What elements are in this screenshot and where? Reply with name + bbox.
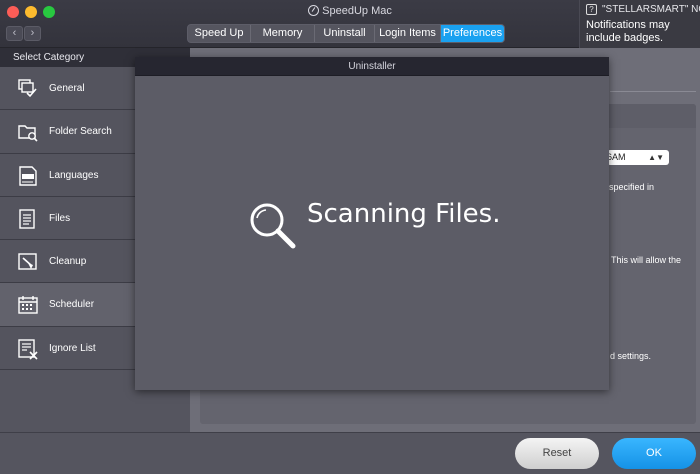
tab-memory[interactable]: Memory <box>251 25 315 42</box>
chevron-left-icon: ‹ <box>12 27 17 39</box>
window-title-text: SpeedUp Mac <box>322 5 392 17</box>
ignore-list-icon <box>18 339 38 360</box>
back-button[interactable]: ‹ <box>6 26 23 41</box>
notification-title: "STELLARSMART" NOTI <box>602 4 700 15</box>
dialog-title: Uninstaller <box>135 57 609 76</box>
tab-preferences[interactable]: Preferences <box>441 25 504 42</box>
uninstaller-dialog: Uninstaller Scanning Files. <box>135 57 609 390</box>
setting-text: This will allow the <box>611 255 682 265</box>
setting-text: d settings. <box>610 351 652 361</box>
files-icon <box>19 209 35 229</box>
cleanup-icon <box>18 253 37 270</box>
scheduler-icon <box>18 296 38 315</box>
stepper-arrows-icon: ▲▼ <box>648 153 664 162</box>
divider <box>610 91 696 92</box>
reset-button[interactable]: Reset <box>515 438 599 469</box>
chevron-right-icon: › <box>30 27 35 39</box>
sidebar-item-label: General <box>49 83 85 94</box>
scan-status-text: Scanning Files. <box>307 199 501 229</box>
schedule-time-value: 6AM <box>607 152 626 162</box>
main-tabs: Speed Up Memory Uninstall Login Items Pr… <box>187 24 505 43</box>
notification-banner[interactable]: ? "STELLARSMART" NOTI Notifications may … <box>579 0 700 48</box>
forward-button[interactable]: › <box>24 26 41 41</box>
sidebar-item-label: Languages <box>49 169 99 181</box>
tab-speed-up[interactable]: Speed Up <box>188 25 251 42</box>
speedometer-icon <box>308 5 320 16</box>
general-icon <box>18 79 37 98</box>
ok-button[interactable]: OK <box>612 438 696 469</box>
notification-app-icon: ? <box>586 4 597 15</box>
sidebar-item-label: Ignore List <box>49 342 96 354</box>
sidebar-item-label: Files <box>49 212 71 224</box>
schedule-time-select[interactable]: 6AM ▲▼ <box>607 150 669 165</box>
tab-uninstall[interactable]: Uninstall <box>315 25 375 42</box>
sidebar-item-label: Scheduler <box>49 299 95 311</box>
magnifier-icon <box>250 203 296 249</box>
sidebar-item-label: Folder Search <box>49 126 112 138</box>
sidebar-item-label: Cleanup <box>49 256 87 268</box>
languages-icon <box>19 165 37 186</box>
setting-text: specified in <box>609 182 655 192</box>
notification-body: Notifications may include badges. <box>586 19 670 44</box>
folder-search-icon <box>18 125 38 142</box>
tab-login-items[interactable]: Login Items <box>375 25 441 42</box>
